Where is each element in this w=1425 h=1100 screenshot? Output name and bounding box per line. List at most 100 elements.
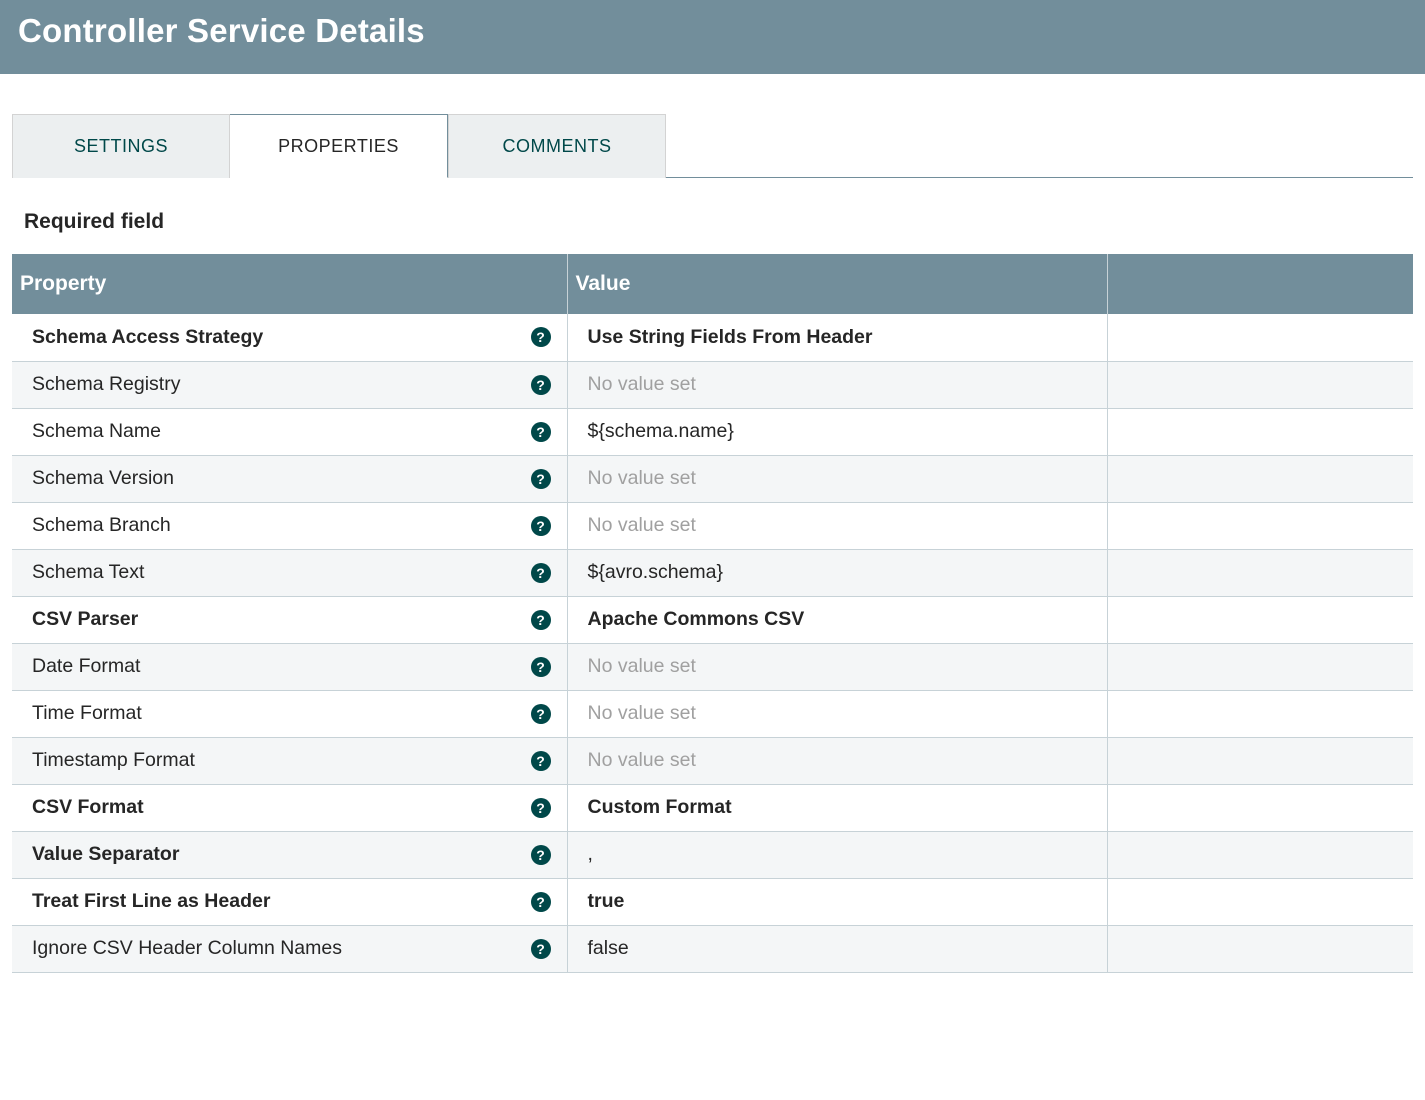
- property-name: Schema Text: [32, 561, 144, 584]
- value-cell[interactable]: Use String Fields From Header: [567, 314, 1107, 361]
- property-name: Schema Version: [32, 467, 174, 490]
- property-cell: Value Separator?: [12, 831, 567, 878]
- extra-cell: [1107, 737, 1413, 784]
- value-cell[interactable]: No value set: [567, 361, 1107, 408]
- property-name: Treat First Line as Header: [32, 890, 270, 913]
- value-cell[interactable]: ${avro.schema}: [567, 549, 1107, 596]
- table-row: Schema Access Strategy? Use String Fields…: [12, 314, 1413, 361]
- help-icon[interactable]: ?: [531, 516, 551, 536]
- table-row: Treat First Line as Header? true: [12, 878, 1413, 925]
- table-row: Time Format? No value set: [12, 690, 1413, 737]
- property-name: Time Format: [32, 702, 142, 725]
- help-icon[interactable]: ?: [531, 422, 551, 442]
- table-row: Schema Version? No value set: [12, 455, 1413, 502]
- extra-cell: [1107, 878, 1413, 925]
- dialog-content: SETTINGSPROPERTIESCOMMENTS Required fiel…: [0, 114, 1425, 973]
- tab-settings[interactable]: SETTINGS: [12, 114, 230, 178]
- extra-cell: [1107, 314, 1413, 361]
- property-cell: Schema Registry?: [12, 361, 567, 408]
- help-icon[interactable]: ?: [531, 892, 551, 912]
- property-cell: Ignore CSV Header Column Names?: [12, 925, 567, 972]
- property-cell: CSV Parser?: [12, 596, 567, 643]
- extra-cell: [1107, 502, 1413, 549]
- help-icon[interactable]: ?: [531, 845, 551, 865]
- table-row: Date Format? No value set: [12, 643, 1413, 690]
- property-value: ${avro.schema}: [588, 561, 724, 583]
- extra-cell: [1107, 549, 1413, 596]
- table-row: Schema Name? ${schema.name}: [12, 408, 1413, 455]
- property-value: ${schema.name}: [588, 420, 734, 442]
- property-value: true: [588, 890, 625, 912]
- property-cell: CSV Format?: [12, 784, 567, 831]
- property-cell: Schema Text?: [12, 549, 567, 596]
- tabs: SETTINGSPROPERTIESCOMMENTS: [12, 114, 1413, 178]
- property-value: No value set: [588, 373, 696, 395]
- value-cell[interactable]: No value set: [567, 643, 1107, 690]
- value-cell[interactable]: No value set: [567, 737, 1107, 784]
- extra-cell: [1107, 455, 1413, 502]
- property-cell: Schema Branch?: [12, 502, 567, 549]
- tab-properties[interactable]: PROPERTIES: [230, 114, 448, 178]
- help-icon[interactable]: ?: [531, 327, 551, 347]
- table-row: CSV Format? Custom Format: [12, 784, 1413, 831]
- property-name: CSV Parser: [32, 608, 138, 631]
- property-value: No value set: [588, 514, 696, 536]
- help-icon[interactable]: ?: [531, 375, 551, 395]
- help-icon[interactable]: ?: [531, 704, 551, 724]
- property-cell: Schema Access Strategy?: [12, 314, 567, 361]
- property-value: Custom Format: [588, 796, 732, 818]
- help-icon[interactable]: ?: [531, 610, 551, 630]
- property-name: Schema Name: [32, 420, 161, 443]
- property-cell: Date Format?: [12, 643, 567, 690]
- extra-cell: [1107, 361, 1413, 408]
- help-icon[interactable]: ?: [531, 469, 551, 489]
- help-icon[interactable]: ?: [531, 563, 551, 583]
- dialog-title: Controller Service Details: [18, 12, 425, 50]
- property-value: false: [588, 937, 629, 959]
- property-name: Ignore CSV Header Column Names: [32, 937, 342, 960]
- value-cell[interactable]: Custom Format: [567, 784, 1107, 831]
- column-header-value: Value: [567, 254, 1107, 314]
- property-name: Schema Branch: [32, 514, 171, 537]
- table-row: Value Separator?,: [12, 831, 1413, 878]
- table-row: Timestamp Format? No value set: [12, 737, 1413, 784]
- tab-comments[interactable]: COMMENTS: [448, 114, 666, 178]
- value-cell[interactable]: ,: [567, 831, 1107, 878]
- properties-table-header-row: Property Value: [12, 254, 1413, 314]
- extra-cell: [1107, 831, 1413, 878]
- help-icon[interactable]: ?: [531, 798, 551, 818]
- extra-cell: [1107, 408, 1413, 455]
- property-value: Apache Commons CSV: [588, 608, 805, 630]
- property-value: No value set: [588, 702, 696, 724]
- property-name: CSV Format: [32, 796, 144, 819]
- value-cell[interactable]: false: [567, 925, 1107, 972]
- property-value: No value set: [588, 467, 696, 489]
- help-icon[interactable]: ?: [531, 939, 551, 959]
- property-value: Use String Fields From Header: [588, 326, 873, 348]
- table-row: Schema Text? ${avro.schema}: [12, 549, 1413, 596]
- extra-cell: [1107, 596, 1413, 643]
- help-icon[interactable]: ?: [531, 751, 551, 771]
- extra-cell: [1107, 925, 1413, 972]
- value-cell[interactable]: ${schema.name}: [567, 408, 1107, 455]
- value-cell[interactable]: No value set: [567, 502, 1107, 549]
- help-icon[interactable]: ?: [531, 657, 551, 677]
- property-cell: Timestamp Format?: [12, 737, 567, 784]
- extra-cell: [1107, 643, 1413, 690]
- table-row: Schema Registry? No value set: [12, 361, 1413, 408]
- property-cell: Schema Version?: [12, 455, 567, 502]
- value-cell[interactable]: No value set: [567, 455, 1107, 502]
- value-cell[interactable]: true: [567, 878, 1107, 925]
- value-cell[interactable]: No value set: [567, 690, 1107, 737]
- column-header-property: Property: [12, 254, 567, 314]
- table-row: Ignore CSV Header Column Names? false: [12, 925, 1413, 972]
- extra-cell: [1107, 784, 1413, 831]
- value-cell[interactable]: Apache Commons CSV: [567, 596, 1107, 643]
- properties-table: Property Value Schema Access Strategy? Us…: [12, 254, 1413, 973]
- property-value: ,: [588, 843, 593, 865]
- property-value: No value set: [588, 749, 696, 771]
- property-name: Date Format: [32, 655, 140, 678]
- property-value: No value set: [588, 655, 696, 677]
- required-field-label: Required field: [24, 210, 1413, 234]
- dialog-header: Controller Service Details: [0, 0, 1425, 74]
